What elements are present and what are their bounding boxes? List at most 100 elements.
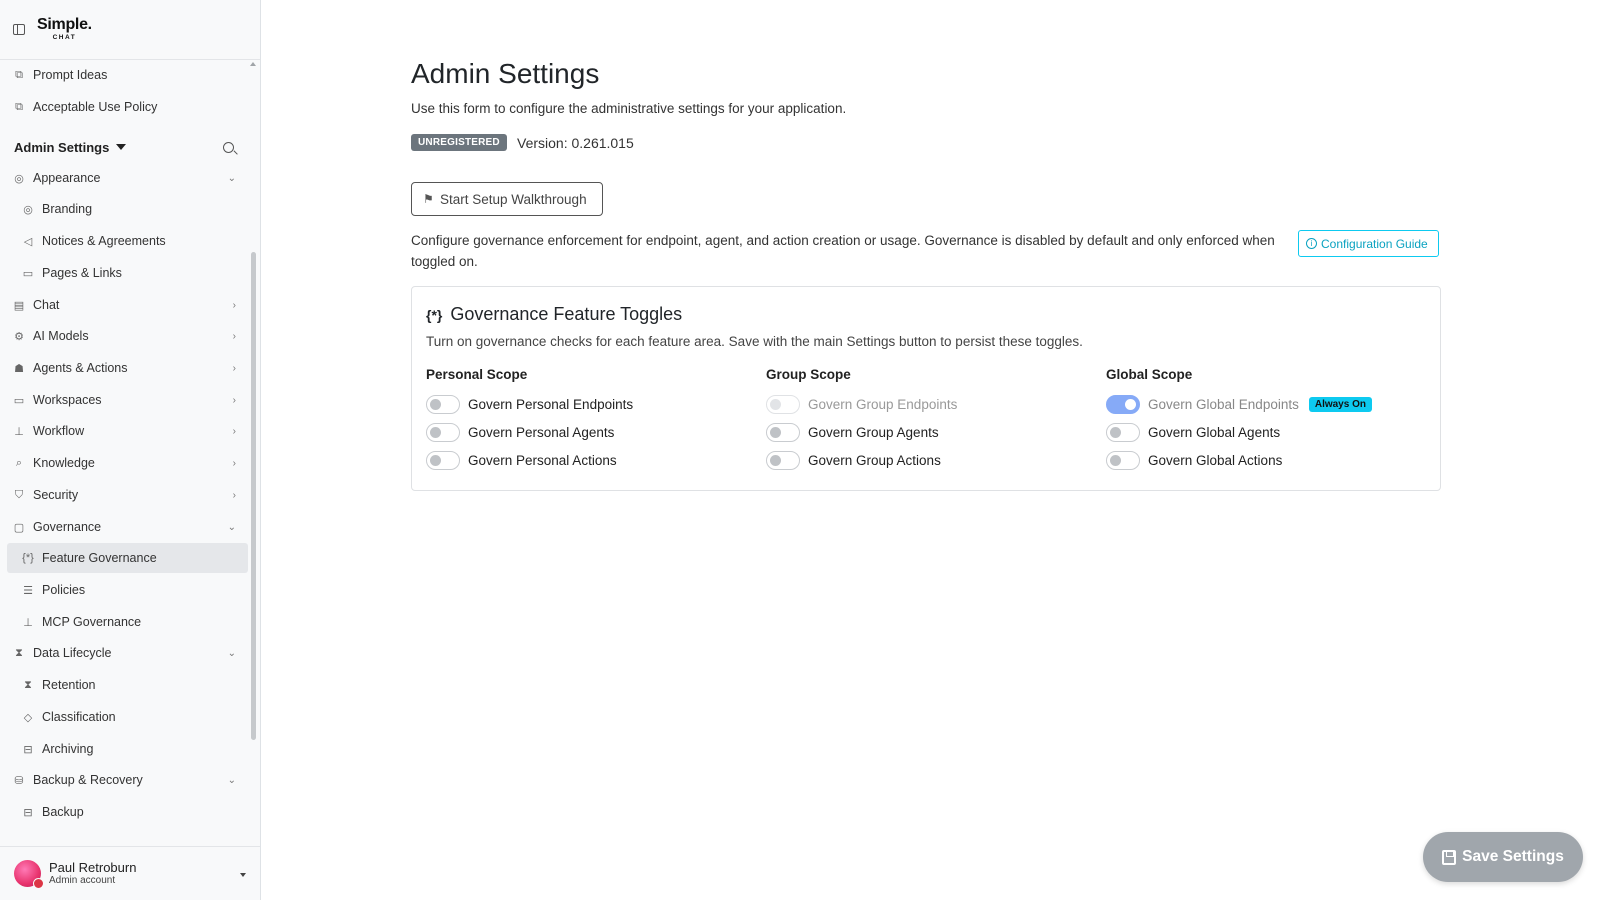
chevron-down-icon: ⌄ xyxy=(227,774,236,786)
toggle-label: Govern Group Endpoints xyxy=(808,396,958,412)
page-subtitle: Use this form to configure the administr… xyxy=(411,101,847,116)
sidebar-item-data-lifecycle[interactable]: ⧗ Data Lifecycle ⌄ xyxy=(0,638,250,668)
toggle-row: Govern Global Agents xyxy=(1106,418,1436,446)
sidebar-item-security[interactable]: ⛉ Security › xyxy=(0,480,250,510)
sidebar-item-governance[interactable]: ▢ Governance ⌄ xyxy=(0,512,250,542)
avatar xyxy=(14,860,44,889)
chevron-right-icon: › xyxy=(232,330,236,342)
sidebar-item-backup[interactable]: ⊟ Backup xyxy=(0,797,250,827)
govern-personal-agents-switch[interactable] xyxy=(426,422,460,442)
toggle-row: Govern Global Endpoints Always On xyxy=(1106,390,1436,418)
sidebar-item-archiving[interactable]: ⊟ Archiving xyxy=(0,734,250,764)
scroll-up-arrow-icon[interactable] xyxy=(250,62,256,66)
sidebar-item-workspaces[interactable]: ▭ Workspaces › xyxy=(0,385,250,415)
sidebar-item-label: Notices & Agreements xyxy=(42,234,166,248)
govern-personal-endpoints-switch[interactable] xyxy=(426,394,460,414)
user-name: Paul Retroburn xyxy=(49,859,137,875)
sidebar-item-workflow[interactable]: ⊥ Workflow › xyxy=(0,416,250,446)
app-logo[interactable]: Simple. CHAT xyxy=(37,17,92,42)
configuration-guide-button[interactable]: i Configuration Guide xyxy=(1298,230,1439,257)
sidebar-item-mcp-governance[interactable]: ⊥ MCP Governance xyxy=(0,607,250,637)
govern-group-endpoints-switch xyxy=(766,394,800,414)
sidebar-item-label: Classification xyxy=(42,710,116,724)
govern-global-agents-switch[interactable] xyxy=(1106,422,1140,442)
global-scope: Global Scope Govern Global Endpoints Alw… xyxy=(1106,367,1436,474)
sidebar-item-pages-links[interactable]: ▭ Pages & Links xyxy=(0,258,250,288)
sidebar-item-label: Branding xyxy=(42,202,93,216)
save-icon xyxy=(1442,849,1457,865)
scope-title: Group Scope xyxy=(766,367,851,382)
sidebar-item-label: Feature Governance xyxy=(42,551,157,565)
toggle-row: Govern Group Endpoints xyxy=(766,390,1096,418)
sidebar: Simple. CHAT ⧉ Prompt Ideas ⧉ Acceptable… xyxy=(0,0,261,900)
sidebar-item-policies[interactable]: ☰ Policies xyxy=(0,575,250,605)
toggle-label[interactable]: Govern Group Actions xyxy=(808,453,941,468)
govern-group-actions-switch[interactable] xyxy=(766,450,800,470)
sidebar-link-acceptable-use[interactable]: ⧉ Acceptable Use Policy xyxy=(0,92,250,122)
folder-icon: ▭ xyxy=(22,267,34,280)
toggle-label[interactable]: Govern Group Agents xyxy=(808,425,939,440)
toggle-row: Govern Personal Actions xyxy=(426,446,756,474)
chevron-right-icon: › xyxy=(232,362,236,374)
sidebar-item-label: MCP Governance xyxy=(42,615,142,629)
clipboard-check-icon: ▢ xyxy=(13,521,25,534)
toggle-label[interactable]: Govern Global Actions xyxy=(1148,453,1282,468)
registration-badge: UNREGISTERED xyxy=(411,134,507,151)
caret-down-icon xyxy=(116,144,127,150)
scope-title: Global Scope xyxy=(1106,367,1193,382)
section-title: Admin Settings xyxy=(14,139,110,155)
sidebar-item-label: Governance xyxy=(33,520,102,534)
sliders-icon: ☰ xyxy=(23,584,33,597)
braces-asterisk-icon: {*} xyxy=(426,306,443,323)
sidebar-toggle-icon[interactable] xyxy=(13,24,25,35)
sidebar-item-appearance[interactable]: ◎ Appearance ⌄ xyxy=(0,163,250,193)
chevron-down-icon: ⌄ xyxy=(227,172,236,184)
caret-down-icon[interactable] xyxy=(240,873,246,877)
sidebar-link-prompt-ideas[interactable]: ⧉ Prompt Ideas xyxy=(0,60,250,90)
chevron-down-icon: ⌄ xyxy=(227,647,236,659)
personal-scope: Personal Scope Govern Personal Endpoints… xyxy=(426,367,756,474)
hourglass-icon: ⧗ xyxy=(24,678,32,691)
hourglass-icon: ⧗ xyxy=(15,646,23,659)
shield-icon: ⛉ xyxy=(14,488,24,501)
search-icon[interactable] xyxy=(223,141,234,153)
sidebar-item-notices[interactable]: ◁ Notices & Agreements xyxy=(0,226,250,256)
sidebar-item-chat[interactable]: ▤ Chat › xyxy=(0,290,250,320)
start-walkthrough-button[interactable]: ⚑ Start Setup Walkthrough xyxy=(411,182,603,216)
admin-settings-section[interactable]: Admin Settings xyxy=(14,136,234,158)
sidebar-item-knowledge[interactable]: ⌕ Knowledge › xyxy=(0,448,250,478)
save-settings-button[interactable]: Save Settings xyxy=(1423,832,1583,882)
user-menu[interactable]: Paul Retroburn Admin account xyxy=(0,846,260,900)
toggle-label[interactable]: Govern Global Agents xyxy=(1148,425,1280,440)
sidebar-item-retention[interactable]: ⧗ Retention xyxy=(0,670,250,700)
palette-icon: ◎ xyxy=(14,172,24,185)
card-title-text: Governance Feature Toggles xyxy=(450,304,683,324)
toggle-label[interactable]: Govern Personal Agents xyxy=(468,425,614,440)
sidebar-item-feature-governance[interactable]: {*} Feature Governance xyxy=(7,543,248,573)
govern-personal-actions-switch[interactable] xyxy=(426,450,460,470)
sidebar-item-label: AI Models xyxy=(33,329,89,343)
signpost-icon: ⚑ xyxy=(423,192,434,206)
sidebar-item-branding[interactable]: ◎ Branding xyxy=(0,194,250,224)
diagram-icon: ⊥ xyxy=(23,616,33,629)
sidebar-item-classification[interactable]: ◇ Classification xyxy=(0,702,250,732)
sidebar-item-label: Policies xyxy=(42,583,86,597)
sidebar-item-label: Appearance xyxy=(33,171,101,185)
sidebar-item-agents-actions[interactable]: ☗ Agents & Actions › xyxy=(0,353,250,383)
govern-global-endpoints-switch[interactable] xyxy=(1106,394,1140,414)
toggle-label[interactable]: Govern Personal Endpoints xyxy=(468,397,633,412)
sidebar-item-label: Pages & Links xyxy=(42,266,122,280)
toggle-label[interactable]: Govern Personal Actions xyxy=(468,453,617,468)
sidebar-scrollbar[interactable] xyxy=(251,252,256,740)
logo-main: Simple. xyxy=(37,16,92,34)
govern-group-agents-switch[interactable] xyxy=(766,422,800,442)
sidebar-item-ai-models[interactable]: ⚙ AI Models › xyxy=(0,321,250,351)
chat-icon: ▤ xyxy=(13,299,25,312)
megaphone-icon: ◁ xyxy=(23,235,33,248)
save-label: Save Settings xyxy=(1462,848,1564,865)
toggle-label[interactable]: Govern Global Endpoints xyxy=(1148,397,1299,412)
user-info: Paul Retroburn Admin account xyxy=(49,859,137,886)
info-icon: i xyxy=(1306,238,1317,249)
sidebar-item-backup-recovery[interactable]: ⛁ Backup & Recovery ⌄ xyxy=(0,765,250,795)
govern-global-actions-switch[interactable] xyxy=(1106,450,1140,470)
